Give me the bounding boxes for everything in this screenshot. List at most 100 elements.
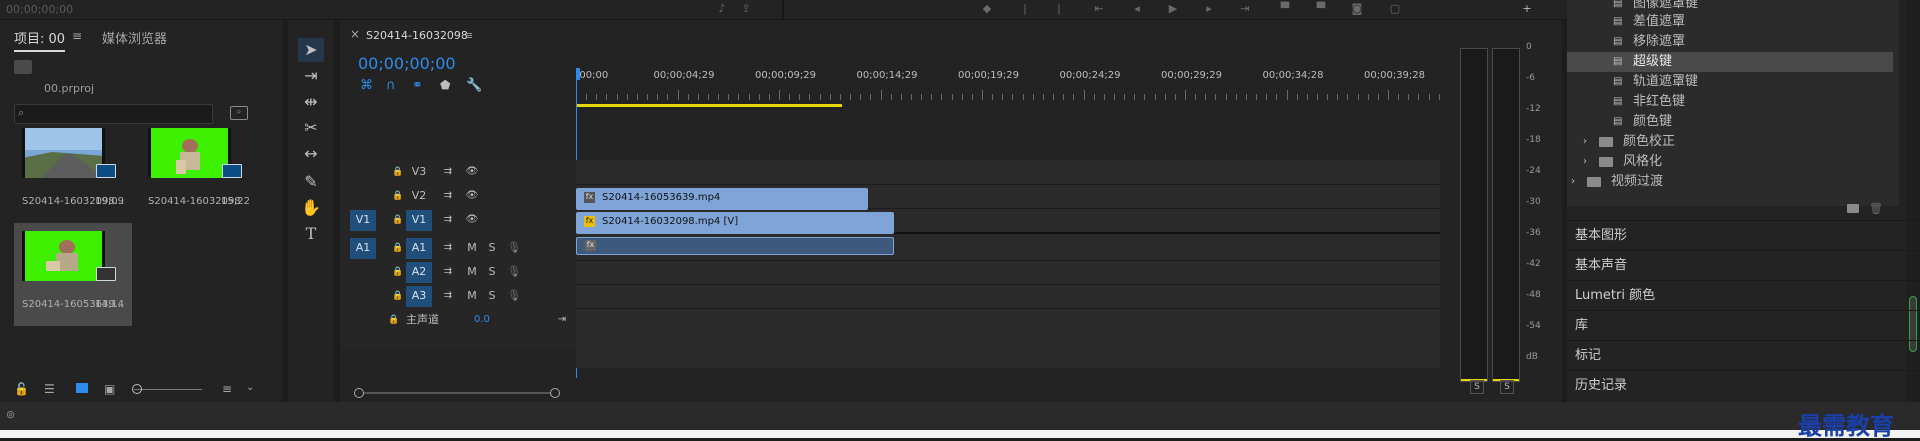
panel-libraries[interactable]: 库 [1567,310,1920,340]
mark-out-icon[interactable]: | [1052,3,1066,15]
source-patch-a1[interactable]: A1 [350,238,376,259]
lock-icon[interactable]: 🔒 [390,262,406,282]
tab-media-browser[interactable]: 媒体浏览器 [102,28,167,47]
effect-item[interactable]: ▤ 轨道遮罩键 [1567,72,1893,92]
ripple-edit-tool-icon[interactable]: ⇹ [298,90,324,114]
sort-icon[interactable]: ≡ [222,382,232,396]
effect-folder[interactable]: › 视频过渡 [1567,172,1893,192]
master-volume[interactable]: 0.0 [474,310,490,330]
clip-a1[interactable]: fx [576,237,894,255]
effect-item[interactable]: ▤ 差值遮罩 [1567,12,1893,32]
solo-button[interactable]: S [484,286,500,306]
mute-button[interactable]: M [464,238,480,258]
lock-icon[interactable]: 🔓 [14,382,29,396]
slip-tool-icon[interactable]: ↔ [298,142,324,166]
new-bin-icon[interactable] [1847,204,1859,213]
time-ruler[interactable]: ;00;00 00;00;04;29 00;00;09;29 00;00;14;29 0… [576,68,1558,108]
type-tool-icon[interactable]: T [298,222,324,246]
trash-icon[interactable]: 🗑 [1869,202,1883,215]
work-area-bar[interactable] [576,104,842,107]
panel-essential-graphics[interactable]: 基本图形 [1567,220,1920,250]
panel-lumetri-color[interactable]: Lumetri 颜色 [1567,280,1920,310]
solo-right-button[interactable]: S [1500,380,1514,394]
snap-icon[interactable]: ∩ [386,78,396,93]
clip-v2[interactable]: fx S20414-16053639.mp4 [576,188,868,210]
new-search-bin-icon[interactable]: ⌕ [230,106,248,120]
step-back-icon[interactable]: ◂ [1130,3,1144,15]
playhead-handle[interactable] [576,68,580,80]
hand-tool-icon[interactable]: ✋ [298,196,324,220]
scroll-thumb[interactable] [364,392,550,394]
horizontal-scrollbar[interactable] [354,388,1530,398]
lock-icon[interactable]: 🔒 [390,186,406,206]
play-icon[interactable]: ▶ [1166,3,1180,15]
go-to-end-icon[interactable]: ⇥ [554,310,570,330]
selection-tool-icon[interactable]: ➤ [298,38,324,62]
eye-icon[interactable]: 👁 [464,162,480,182]
solo-button[interactable]: S [484,238,500,258]
sync-lock-icon[interactable]: ⇉ [440,210,456,230]
step-forward-icon[interactable]: ▸ [1202,3,1216,15]
effect-folder[interactable]: › 颜色校正 [1567,132,1893,152]
chevron-right-icon[interactable]: › [1583,132,1587,152]
sync-lock-icon[interactable]: ⇉ [440,262,456,282]
panel-menu-icon[interactable]: ≡ [72,29,82,43]
chevron-right-icon[interactable]: › [1571,172,1575,192]
go-to-out-icon[interactable]: ⇥ [1238,3,1252,15]
panel-history[interactable]: 历史记录 [1567,370,1920,400]
effect-item[interactable]: ▤ 颜色键 [1567,112,1893,132]
icon-view-icon[interactable] [76,383,88,393]
chevron-right-icon[interactable]: › [1583,152,1587,172]
effect-item-selected[interactable]: ▤ 超级键 [1567,52,1893,72]
effect-item[interactable]: ▤ 非红色键 [1567,92,1893,112]
nest-icon[interactable]: ⌘ [360,78,373,93]
microphone-icon[interactable]: 🎙 [506,238,522,258]
lock-icon[interactable]: 🔒 [390,286,406,306]
track-name[interactable]: V1 [406,210,432,231]
export-frame-icon[interactable]: ⇪ [739,3,753,15]
track-name[interactable]: A1 [406,238,432,259]
panel-markers[interactable]: 标记 [1567,340,1920,370]
go-to-in-icon[interactable]: ⇤ [1092,3,1106,15]
project-item[interactable]: S20414-16032098... 19;09 [14,120,132,220]
lock-icon[interactable]: 🔒 [390,238,406,258]
scroll-handle-left[interactable] [354,388,364,398]
lock-icon[interactable]: 🔒 [386,310,402,330]
project-item[interactable]: S20414-16032098 15;22 [140,120,258,220]
add-button-icon[interactable]: + [1520,3,1534,15]
mark-in-icon[interactable]: | [1018,3,1032,15]
track-name[interactable]: V3 [406,162,432,182]
track-name[interactable]: A2 [406,262,432,283]
marker-icon[interactable]: ◆ [980,3,994,15]
playhead-timecode[interactable]: 00;00;00;00 [358,54,456,73]
microphone-icon[interactable]: 🎙 [506,262,522,282]
chevron-down-icon[interactable]: ⌄ [246,382,254,393]
extract-icon[interactable]: ▀ [1314,3,1328,15]
list-view-icon[interactable]: ☰ [44,382,55,396]
freeform-view-icon[interactable]: ▣ [104,382,115,396]
zoom-slider-handle[interactable] [132,384,142,394]
linked-selection-icon[interactable]: ⚭ [412,78,423,93]
microphone-icon[interactable]: 🎙 [506,286,522,306]
sync-lock-icon[interactable]: ⇉ [440,238,456,258]
tab-sequence[interactable]: S20414-16032098 [366,29,468,42]
insert-icon[interactable]: ♪ [715,3,729,15]
pen-tool-icon[interactable]: ✎ [298,170,324,194]
panel-menu-icon[interactable]: ≡ [464,29,473,42]
effect-item[interactable]: ▤ 移除遮罩 [1567,32,1893,52]
eye-icon[interactable]: 👁 [464,186,480,206]
eye-icon[interactable]: 👁 [464,210,480,230]
razor-tool-icon[interactable]: ✂ [298,116,324,140]
effect-folder[interactable]: › 风格化 [1567,152,1893,172]
lift-icon[interactable]: ▀ [1278,3,1292,15]
mute-button[interactable]: M [464,262,480,282]
scroll-handle-right[interactable] [550,388,560,398]
lock-icon[interactable]: 🔒 [390,210,406,230]
source-patch-v1[interactable]: V1 [350,210,376,231]
clip-v1[interactable]: fx S20414-16032098.mp4 [V] [576,212,894,234]
sync-lock-icon[interactable]: ⇉ [440,286,456,306]
solo-left-button[interactable]: S [1470,380,1484,394]
mute-button[interactable]: M [464,286,480,306]
zoom-slider[interactable] [134,389,202,390]
lock-icon[interactable]: 🔒 [390,162,406,182]
